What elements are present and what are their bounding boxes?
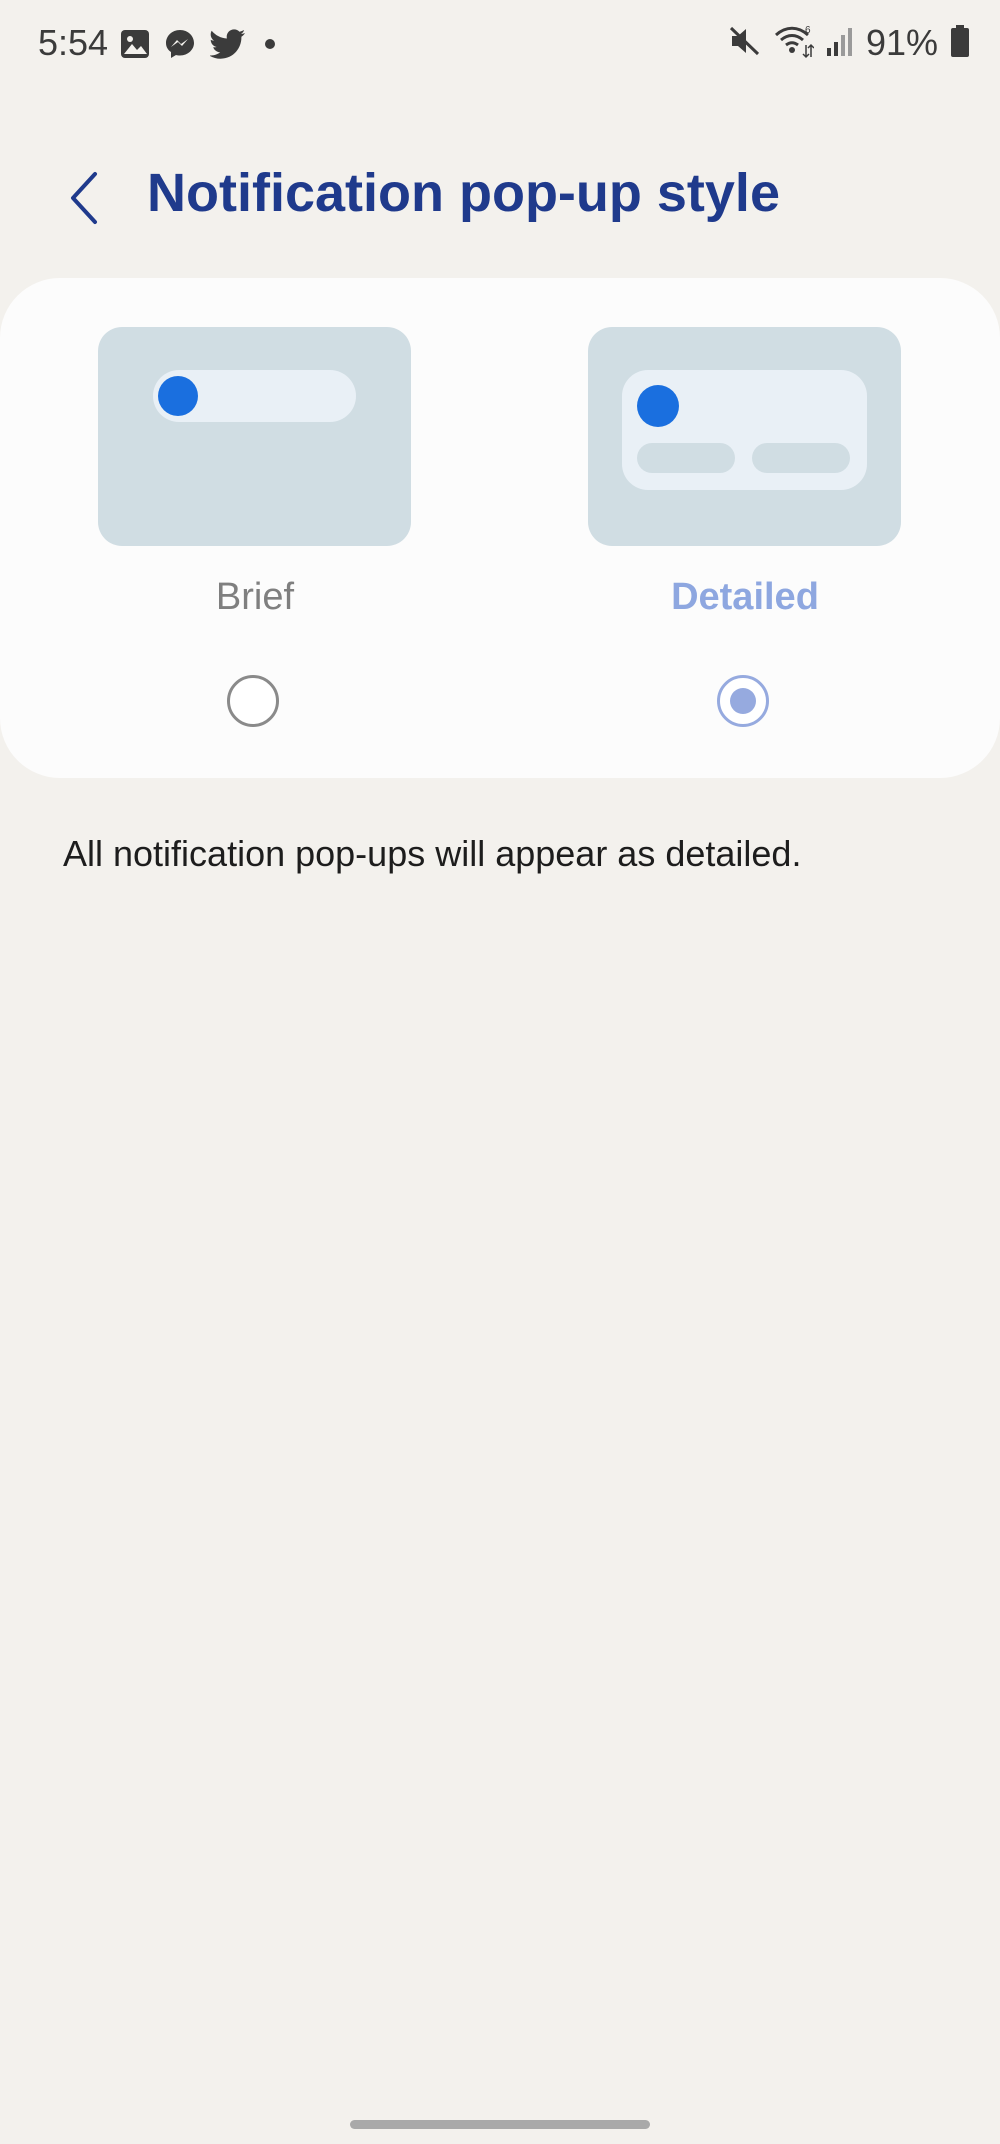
option-brief[interactable]: Brief	[55, 278, 455, 778]
status-time: 5:54	[38, 22, 109, 63]
status-notification-icons	[120, 28, 280, 65]
option-brief-label: Brief	[215, 576, 295, 618]
signal-icon	[826, 26, 854, 61]
status-bar: 5:54 6 91%	[0, 0, 1000, 90]
detailed-preview-image[interactable]	[588, 327, 901, 546]
brief-radio[interactable]	[227, 675, 279, 727]
page-title: Notification pop-up style	[147, 163, 780, 223]
twitter-icon	[209, 29, 246, 64]
brief-preview-pill	[153, 370, 356, 422]
battery-icon	[950, 24, 970, 63]
battery-percent: 91%	[865, 22, 938, 63]
brief-preview-dot	[158, 376, 198, 416]
status-system-icons: 6 91%	[728, 22, 970, 64]
detailed-preview-card	[622, 370, 867, 490]
brief-preview-image[interactable]	[98, 327, 411, 546]
messenger-icon	[164, 28, 196, 65]
back-button[interactable]	[55, 168, 111, 232]
detailed-preview-dot	[637, 385, 679, 427]
wifi-icon: 6	[774, 23, 815, 64]
option-detailed-label: Detailed	[671, 576, 819, 618]
mute-icon	[728, 24, 762, 63]
radio-selected-dot	[730, 688, 756, 714]
option-detailed[interactable]: Detailed	[545, 278, 945, 778]
description-text: All notification pop-ups will appear as …	[63, 833, 802, 874]
detailed-preview-line	[637, 443, 735, 473]
detailed-radio[interactable]	[717, 675, 769, 727]
home-indicator[interactable]	[350, 2120, 650, 2129]
svg-text:6: 6	[805, 25, 811, 36]
popup-style-options: Brief Detailed	[0, 278, 1000, 778]
header: Notification pop-up style	[0, 150, 1000, 250]
dot-icon	[260, 34, 280, 59]
chevron-left-icon	[65, 170, 101, 231]
detailed-preview-line	[752, 443, 850, 473]
gallery-icon	[120, 29, 150, 64]
